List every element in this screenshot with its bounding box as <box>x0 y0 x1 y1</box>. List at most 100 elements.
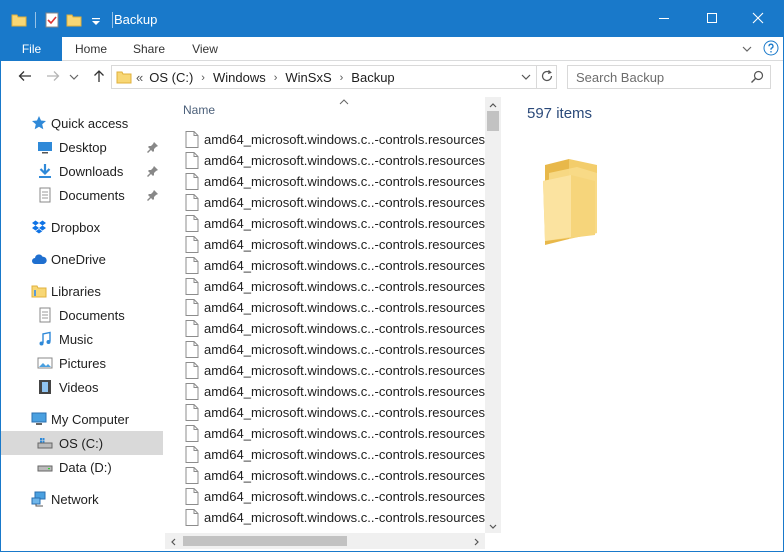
forward-button[interactable] <box>43 67 63 87</box>
breadcrumb-backup[interactable]: Backup <box>351 70 394 85</box>
file-row[interactable]: amd64_microsoft.windows.c..-controls.res… <box>165 507 485 528</box>
horizontal-scrollbar[interactable] <box>165 533 485 549</box>
file-name: amd64_microsoft.windows.c..-controls.res… <box>204 174 485 189</box>
search-input[interactable] <box>576 69 746 85</box>
address-bar[interactable]: « OS (C:) › Windows › WinSxS › Backup <box>111 65 557 89</box>
up-button[interactable] <box>89 67 109 87</box>
minimize-button[interactable] <box>641 1 687 37</box>
chevron-right-icon[interactable]: › <box>274 72 278 84</box>
file-row[interactable]: amd64_microsoft.windows.c..-controls.res… <box>165 129 485 150</box>
tab-home[interactable]: Home <box>63 37 119 61</box>
chevron-right-icon[interactable]: › <box>340 72 344 84</box>
nav-item-onedrive[interactable]: OneDrive <box>1 247 163 271</box>
breadcrumb-windows[interactable]: Windows <box>213 70 266 85</box>
file-icon <box>185 152 199 172</box>
close-icon <box>752 12 764 27</box>
nav-item-os-c[interactable]: OS (C:) <box>1 431 163 455</box>
file-icon <box>185 341 199 361</box>
maximize-button[interactable] <box>689 1 735 37</box>
file-row[interactable]: amd64_microsoft.windows.c..-controls.res… <box>165 150 485 171</box>
scroll-right-button[interactable] <box>469 533 485 549</box>
file-row[interactable]: amd64_microsoft.windows.c..-controls.res… <box>165 192 485 213</box>
minimize-icon <box>658 12 670 27</box>
file-row[interactable]: amd64_microsoft.windows.c..-controls.res… <box>165 486 485 507</box>
refresh-button[interactable] <box>536 66 556 88</box>
file-name: amd64_microsoft.windows.c..-controls.res… <box>204 489 485 504</box>
column-name-label: Name <box>183 103 216 117</box>
tab-view[interactable]: View <box>179 37 231 61</box>
title-bar[interactable]: Backup <box>1 1 783 37</box>
chevron-down-icon <box>489 519 497 534</box>
scroll-down-button[interactable] <box>485 519 501 533</box>
nav-item-network[interactable]: Network <box>1 487 163 511</box>
properties-icon[interactable] <box>44 12 60 28</box>
back-button[interactable] <box>15 67 35 87</box>
file-row[interactable]: amd64_microsoft.windows.c..-controls.res… <box>165 465 485 486</box>
column-header-name[interactable]: Name <box>165 93 485 125</box>
file-row[interactable]: amd64_microsoft.windows.c..-controls.res… <box>165 423 485 444</box>
vertical-scrollbar[interactable] <box>485 97 501 533</box>
chevron-right-icon[interactable]: › <box>201 72 205 84</box>
nav-item-data-d[interactable]: Data (D:) <box>1 455 163 479</box>
file-row[interactable]: amd64_microsoft.windows.c..-controls.res… <box>165 276 485 297</box>
nav-item-libraries[interactable]: Libraries <box>1 279 163 303</box>
file-row[interactable]: amd64_microsoft.windows.c..-controls.res… <box>165 213 485 234</box>
file-row[interactable]: amd64_microsoft.windows.c..-controls.res… <box>165 255 485 276</box>
scroll-left-button[interactable] <box>165 533 181 549</box>
chevron-down-icon <box>69 70 79 85</box>
scroll-up-button[interactable] <box>485 97 501 111</box>
file-row[interactable]: amd64_microsoft.windows.c..-controls.res… <box>165 171 485 192</box>
file-row[interactable]: amd64_microsoft.windows.c..-controls.res… <box>165 402 485 423</box>
breadcrumb-os-c[interactable]: OS (C:) <box>149 70 193 85</box>
breadcrumb-winsxs[interactable]: WinSxS <box>285 70 331 85</box>
vertical-scroll-thumb[interactable] <box>487 111 499 131</box>
chevron-left-icon <box>169 534 177 549</box>
address-history-button[interactable] <box>516 68 536 86</box>
file-icon <box>185 236 199 256</box>
file-row[interactable]: amd64_microsoft.windows.c..-controls.res… <box>165 360 485 381</box>
pin-icon[interactable] <box>147 189 159 201</box>
nav-item-pictures[interactable]: Pictures <box>1 351 163 375</box>
nav-item-videos[interactable]: Videos <box>1 375 163 399</box>
recent-locations-button[interactable] <box>67 67 81 87</box>
nav-item-music[interactable]: Music <box>1 327 163 351</box>
search-box[interactable] <box>567 65 771 89</box>
nav-item-documents[interactable]: Documents <box>1 183 163 207</box>
nav-item-label: Libraries <box>51 283 101 299</box>
nav-item-quick-access[interactable]: Quick access <box>1 111 163 135</box>
file-row[interactable]: amd64_microsoft.windows.c..-controls.res… <box>165 381 485 402</box>
item-count: 597 items <box>527 105 593 122</box>
documents-icon <box>37 307 53 323</box>
nav-item-downloads[interactable]: Downloads <box>1 159 163 183</box>
file-name: amd64_microsoft.windows.c..-controls.res… <box>204 363 485 378</box>
network-icon <box>31 491 47 507</box>
pin-icon[interactable] <box>147 141 159 153</box>
file-row[interactable]: amd64_microsoft.windows.c..-controls.res… <box>165 234 485 255</box>
file-row[interactable]: amd64_microsoft.windows.c..-controls.res… <box>165 339 485 360</box>
new-folder-icon[interactable] <box>66 12 82 28</box>
customize-dropdown-icon[interactable] <box>88 12 104 28</box>
pin-icon[interactable] <box>147 165 159 177</box>
nav-item-library-documents[interactable]: Documents <box>1 303 163 327</box>
file-row[interactable]: amd64_microsoft.windows.c..-controls.res… <box>165 444 485 465</box>
search-icon[interactable] <box>750 70 764 87</box>
breadcrumb-overflow[interactable]: « <box>136 70 143 85</box>
dropbox-icon <box>31 219 47 235</box>
close-button[interactable] <box>735 1 781 37</box>
horizontal-scroll-thumb[interactable] <box>183 536 347 546</box>
file-row[interactable]: amd64_microsoft.windows.c..-controls.res… <box>165 297 485 318</box>
nav-item-my-computer[interactable]: My Computer <box>1 407 163 431</box>
file-name: amd64_microsoft.windows.c..-controls.res… <box>204 384 485 399</box>
file-row[interactable]: amd64_microsoft.windows.c..-controls.res… <box>165 318 485 339</box>
file-icon <box>185 467 199 487</box>
file-icon <box>185 131 199 151</box>
file-icon <box>185 383 199 403</box>
tab-share[interactable]: Share <box>121 37 177 61</box>
tab-file[interactable]: File <box>1 37 62 61</box>
expand-ribbon-button[interactable] <box>737 39 757 59</box>
file-icon <box>185 173 199 193</box>
help-button[interactable] <box>761 39 781 59</box>
file-explorer-window: Backup File Home Share View « OS (C:) › … <box>0 0 784 552</box>
nav-item-desktop[interactable]: Desktop <box>1 135 163 159</box>
nav-item-dropbox[interactable]: Dropbox <box>1 215 163 239</box>
